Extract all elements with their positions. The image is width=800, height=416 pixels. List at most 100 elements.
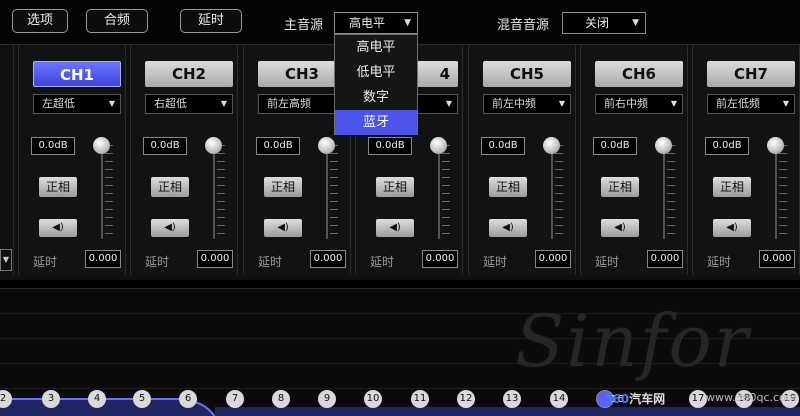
speaker-select-7[interactable]: 前左低频 ▼ xyxy=(707,94,795,114)
dropdown-option-low-level[interactable]: 低电平 xyxy=(335,60,417,85)
speaker-value: 前右中频 xyxy=(604,97,648,110)
eq-curve xyxy=(0,398,800,416)
channel-strip-1: CH1 左超低 ▼ 0.0dB 正相 ◀) 延时 0.000 xyxy=(18,45,126,275)
speaker-icon: ◀) xyxy=(277,222,289,233)
main-source-value: 高电平 xyxy=(349,16,386,30)
delay-label-2: 延时 xyxy=(145,255,170,269)
chevron-down-icon: ▼ xyxy=(108,99,115,108)
mute-button-6[interactable]: ◀) xyxy=(601,219,639,237)
fader-knob-6[interactable] xyxy=(655,137,672,154)
gain-field-6[interactable]: 0.0dB xyxy=(593,137,637,155)
chevron-down-icon[interactable]: ▼ xyxy=(0,249,12,271)
speaker-icon: ◀) xyxy=(389,222,401,233)
fader-ticks xyxy=(442,145,450,239)
mute-button-5[interactable]: ◀) xyxy=(489,219,527,237)
brand-suffix: 汽车网 xyxy=(629,392,666,406)
left-strip-stub: ▼ xyxy=(0,45,14,275)
delay-field-4[interactable]: 0.000 xyxy=(422,250,458,268)
eq-band-point[interactable]: 14 xyxy=(550,390,568,408)
gain-field-4[interactable]: 0.0dB xyxy=(368,137,412,155)
fader-knob-3[interactable] xyxy=(318,137,335,154)
fader-track-4 xyxy=(438,145,440,239)
speaker-value: 前左中频 xyxy=(492,97,536,110)
dropdown-option-high-level[interactable]: 高电平 xyxy=(335,35,417,60)
eq-band-point[interactable]: 17 xyxy=(689,390,707,408)
channel-button-2[interactable]: CH2 xyxy=(145,61,233,87)
channel-strip-2: CH2 右超低 ▼ 0.0dB 正相 ◀) 延时 0.000 xyxy=(130,45,238,275)
fader-ticks xyxy=(217,145,225,239)
delay-field-3[interactable]: 0.000 xyxy=(310,250,346,268)
gain-field-2[interactable]: 0.0dB xyxy=(143,137,187,155)
gain-field-3[interactable]: 0.0dB xyxy=(256,137,300,155)
channel-button-6[interactable]: CH6 xyxy=(595,61,683,87)
delay-field-7[interactable]: 0.000 xyxy=(759,250,795,268)
eq-band-point[interactable]: 12 xyxy=(457,390,475,408)
chevron-down-icon: ▼ xyxy=(445,99,452,108)
eq-band-point[interactable]: 9 xyxy=(318,390,336,408)
channel-button-1[interactable]: CH1 xyxy=(33,61,121,87)
speaker-icon: ◀) xyxy=(502,222,514,233)
speaker-value: 右超低 xyxy=(154,97,187,110)
speaker-select-2[interactable]: 右超低 ▼ xyxy=(145,94,233,114)
speaker-select-6[interactable]: 前右中频 ▼ xyxy=(595,94,683,114)
speaker-select-1[interactable]: 左超低 ▼ xyxy=(33,94,121,114)
channel-button-7[interactable]: CH7 xyxy=(707,61,795,87)
mute-button-7[interactable]: ◀) xyxy=(713,219,751,237)
chevron-down-icon: ▼ xyxy=(782,99,789,108)
fader-knob-5[interactable] xyxy=(543,137,560,154)
delay-label-4: 延时 xyxy=(370,255,395,269)
eq-band-point[interactable]: 7 xyxy=(226,390,244,408)
fader-knob-1[interactable] xyxy=(93,137,110,154)
channel-button-5[interactable]: CH5 xyxy=(483,61,571,87)
chevron-down-icon: ▼ xyxy=(632,18,639,28)
delay-button[interactable]: 延时 xyxy=(180,9,242,33)
fader-knob-4[interactable] xyxy=(430,137,447,154)
eq-band-point[interactable]: 11 xyxy=(411,390,429,408)
delay-label-6: 延时 xyxy=(595,255,620,269)
phase-button-7[interactable]: 正相 xyxy=(713,177,751,197)
eq-band-point[interactable]: 8 xyxy=(272,390,290,408)
eq-band-point[interactable]: 10 xyxy=(364,390,382,408)
mute-button-2[interactable]: ◀) xyxy=(151,219,189,237)
channel-button-3[interactable]: CH3 xyxy=(258,61,346,87)
combine-button[interactable]: 合频 xyxy=(86,9,148,33)
eq-graph[interactable]: Sinfor 2 3 4 5 6 7 8 9 10 11 12 13 14 16… xyxy=(0,288,800,416)
dropdown-option-digital[interactable]: 数字 xyxy=(335,85,417,110)
gain-field-7[interactable]: 0.0dB xyxy=(705,137,749,155)
options-button[interactable]: 选项 xyxy=(12,9,68,33)
phase-button-3[interactable]: 正相 xyxy=(264,177,302,197)
eq-band-point[interactable]: 13 xyxy=(503,390,521,408)
channel-strip-6: CH6 前右中频 ▼ 0.0dB 正相 ◀) 延时 0.000 xyxy=(580,45,688,275)
eq-band-point[interactable]: 6 xyxy=(179,390,197,408)
fader-knob-7[interactable] xyxy=(767,137,784,154)
dropdown-option-bluetooth[interactable]: 蓝牙 xyxy=(335,110,417,135)
delay-field-1[interactable]: 0.000 xyxy=(85,250,121,268)
gain-field-5[interactable]: 0.0dB xyxy=(481,137,525,155)
mix-source-select[interactable]: 关闭 ▼ xyxy=(562,12,646,34)
eq-band-point[interactable]: 3 xyxy=(42,390,60,408)
chevron-down-icon: ▼ xyxy=(220,99,227,108)
delay-field-6[interactable]: 0.000 xyxy=(647,250,683,268)
phase-button-2[interactable]: 正相 xyxy=(151,177,189,197)
eq-band-point[interactable]: 4 xyxy=(88,390,106,408)
mute-button-4[interactable]: ◀) xyxy=(376,219,414,237)
gain-field-1[interactable]: 0.0dB xyxy=(31,137,75,155)
speaker-select-3[interactable]: 前左高频▼ xyxy=(258,94,346,114)
phase-button-5[interactable]: 正相 xyxy=(489,177,527,197)
delay-label-7: 延时 xyxy=(707,255,732,269)
phase-button-1[interactable]: 正相 xyxy=(39,177,77,197)
phase-button-6[interactable]: 正相 xyxy=(601,177,639,197)
channel-strip-7: CH7 前左低频 ▼ 0.0dB 正相 ◀) 延时 0.000 xyxy=(692,45,800,275)
eq-band-point[interactable]: 5 xyxy=(133,390,151,408)
mix-source-label: 混音音源 xyxy=(497,18,550,33)
delay-field-5[interactable]: 0.000 xyxy=(535,250,571,268)
chevron-down-icon: ▼ xyxy=(404,18,411,28)
mute-button-1[interactable]: ◀) xyxy=(39,219,77,237)
speaker-select-5[interactable]: 前左中频 ▼ xyxy=(483,94,571,114)
speaker-icon: ◀) xyxy=(614,222,626,233)
phase-button-4[interactable]: 正相 xyxy=(376,177,414,197)
mute-button-3[interactable]: ◀) xyxy=(264,219,302,237)
fader-knob-2[interactable] xyxy=(205,137,222,154)
main-source-select[interactable]: 高电平 ▼ xyxy=(334,12,418,34)
delay-field-2[interactable]: 0.000 xyxy=(197,250,233,268)
